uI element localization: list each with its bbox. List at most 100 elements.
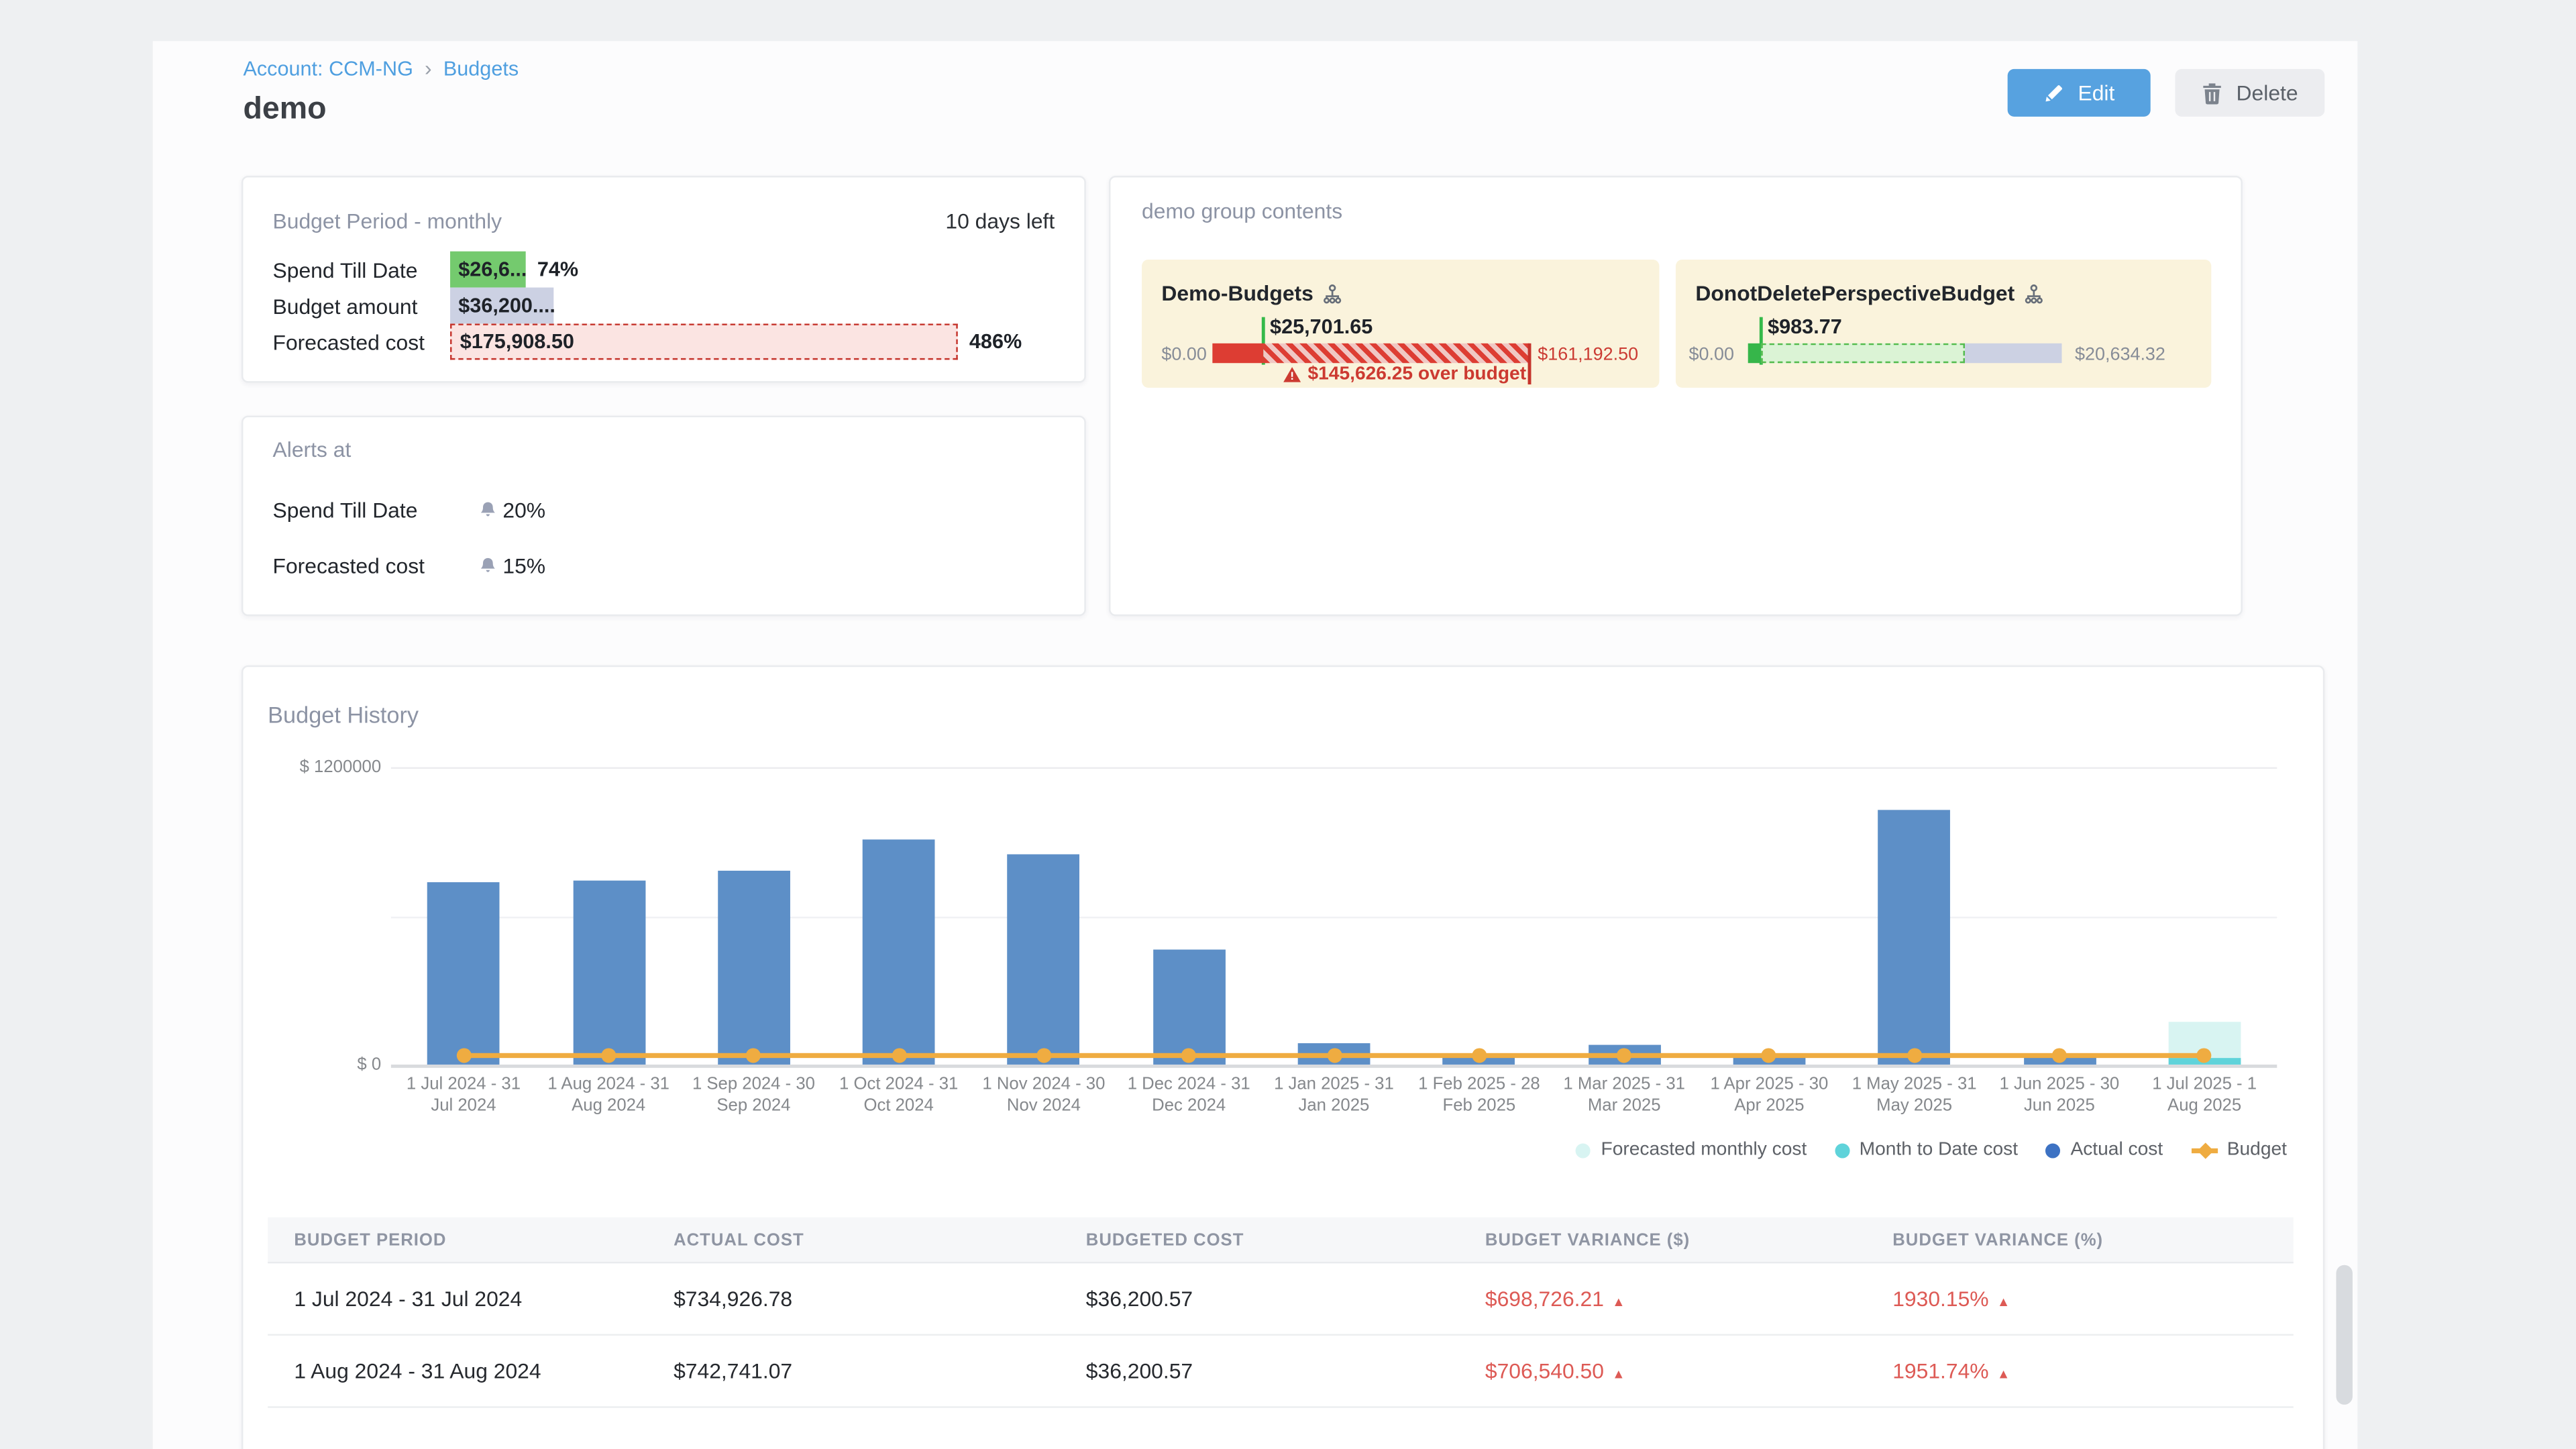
alert-spend-label: Spend Till Date: [273, 497, 480, 522]
x-axis-label: 1 Jun 2025 - 30Jun 2025: [1987, 1075, 2132, 1118]
cell-budget-period: 1 Jul 2024 - 31 Jul 2024: [268, 1287, 674, 1311]
cell-actual-cost: $734,926.78: [674, 1287, 1086, 1311]
budget-period-card: Budget Period - monthly 10 days left Spe…: [241, 176, 1086, 383]
breadcrumb-budgets-link[interactable]: Budgets: [443, 56, 519, 79]
x-axis-label: 1 Apr 2025 - 30Apr 2025: [1697, 1075, 1841, 1118]
legend-marker: [1835, 1142, 1849, 1157]
legend-item[interactable]: Actual cost: [2046, 1140, 2163, 1160]
y-axis-label-zero: $ 0: [266, 1055, 381, 1074]
spend-till-date-label: Spend Till Date: [273, 257, 450, 282]
up-arrow-icon: ▲: [1612, 1367, 1625, 1382]
bar-max-label: $20,634.32: [2075, 345, 2165, 364]
cell-variance-usd: $698,726.21▲: [1485, 1287, 1892, 1311]
budget-progress-bar: [1748, 343, 2067, 363]
cell-budgeted-cost: $36,200.57: [1086, 1358, 1485, 1383]
actual-cost-bar[interactable]: [863, 839, 935, 1065]
budget-end-tick: [1528, 343, 1531, 384]
table-row[interactable]: 1 Aug 2024 - 31 Aug 2024$742,741.07$36,2…: [268, 1336, 2294, 1408]
hierarchy-icon: [1324, 283, 1343, 303]
budget-history-table: BUDGET PERIODACTUAL COSTBUDGETED COSTBUD…: [268, 1218, 2294, 1408]
budget-point: [456, 1048, 471, 1063]
table-header-cell: BUDGET PERIOD: [268, 1230, 674, 1249]
alerts-title: Alerts at: [273, 437, 352, 462]
bell-icon: [480, 500, 496, 519]
spend-till-date-pct: 74%: [537, 258, 578, 280]
budget-point: [892, 1048, 906, 1063]
breadcrumb: Account: CCM-NG › Budgets: [243, 56, 519, 80]
actual-cost-bar[interactable]: [427, 882, 500, 1065]
actual-cost-bar[interactable]: [1008, 854, 1080, 1065]
x-axis-label: 1 Nov 2024 - 30Nov 2024: [971, 1075, 1116, 1118]
trash-icon: [2202, 81, 2223, 104]
table-header-row: BUDGET PERIODACTUAL COSTBUDGETED COSTBUD…: [268, 1218, 2294, 1264]
cell-budgeted-cost: $36,200.57: [1086, 1287, 1485, 1311]
over-budget-alert: $145,626.25 over budget: [1212, 365, 1526, 384]
x-axis-label: 1 Oct 2024 - 31Oct 2024: [826, 1075, 971, 1118]
budget-amount-bar: $36,200....: [450, 288, 553, 324]
actual-cost-bar[interactable]: [1878, 810, 1951, 1065]
bar-max-label: $161,192.50: [1538, 345, 1638, 364]
y-axis-label-max: $ 1200000: [266, 757, 381, 777]
bar-min-label: $0.00: [1689, 345, 1734, 364]
up-arrow-icon: ▲: [1612, 1295, 1625, 1309]
budget-progress-bar: [1212, 343, 1529, 363]
alerts-card: Alerts at Spend Till Date 20% Forecasted…: [241, 416, 1086, 616]
cell-variance-usd: $706,540.50▲: [1485, 1358, 1892, 1383]
legend-marker: [1576, 1142, 1591, 1157]
actual-cost-bar[interactable]: [718, 871, 790, 1065]
warning-icon: [1283, 366, 1301, 382]
forecasted-cost-label: Forecasted cost: [273, 329, 450, 354]
cell-variance-pct: 1930.15%▲: [1892, 1287, 2267, 1311]
legend-item[interactable]: Forecasted monthly cost: [1576, 1140, 1807, 1160]
up-arrow-icon: ▲: [1997, 1295, 2010, 1309]
budget-spend-value: $983.77: [1768, 315, 1842, 338]
x-axis-label: 1 May 2025 - 31May 2025: [1842, 1075, 1987, 1118]
actual-cost-bar[interactable]: [572, 881, 645, 1065]
group-contents-title: demo group contents: [1142, 199, 1342, 223]
table-header-cell: BUDGET VARIANCE ($): [1485, 1230, 1892, 1249]
x-axis-label: 1 Aug 2024 - 31Aug 2024: [536, 1075, 681, 1118]
alert-forecast-label: Forecasted cost: [273, 553, 480, 578]
group-contents-card: demo group contents Demo-Budgets $25,701…: [1109, 176, 2243, 616]
bell-icon: [480, 556, 496, 574]
pencil-icon: [2043, 82, 2065, 103]
x-axis-label: 1 Jan 2025 - 31Jan 2025: [1261, 1075, 1406, 1118]
x-axis-label: 1 Feb 2025 - 28Feb 2025: [1407, 1075, 1552, 1118]
budget-point: [1472, 1048, 1487, 1063]
alert-spend-value: 20%: [502, 497, 545, 522]
edit-button-label: Edit: [2078, 80, 2114, 105]
budget-card-donotdelete[interactable]: DonotDeletePerspectiveBudget $983.77 $0.…: [1676, 260, 2211, 388]
breadcrumb-separator: ›: [425, 56, 432, 80]
budget-point: [1036, 1048, 1051, 1063]
legend-marker: [2191, 1148, 2217, 1152]
hierarchy-icon: [2025, 283, 2044, 303]
bar-min-label: $0.00: [1161, 345, 1206, 364]
budget-spend-value: $25,701.65: [1270, 315, 1373, 338]
delete-button[interactable]: Delete: [2175, 69, 2324, 117]
table-header-cell: BUDGET VARIANCE (%): [1892, 1230, 2267, 1249]
x-axis-label: 1 Dec 2024 - 31Dec 2024: [1116, 1075, 1261, 1118]
table-header-cell: BUDGETED COST: [1086, 1230, 1485, 1249]
table-row[interactable]: 1 Jul 2024 - 31 Jul 2024$734,926.78$36,2…: [268, 1263, 2294, 1336]
budget-card-demo-budgets[interactable]: Demo-Budgets $25,701.65 $0.00 $161,192.5…: [1142, 260, 1659, 388]
table-header-cell: ACTUAL COST: [674, 1230, 1086, 1249]
x-axis-label: 1 Jul 2024 - 31Jul 2024: [391, 1075, 536, 1118]
forecasted-cost-pct: 486%: [969, 330, 1022, 353]
budget-point: [601, 1048, 616, 1063]
edit-button[interactable]: Edit: [2008, 69, 2151, 117]
days-left: 10 days left: [945, 209, 1055, 233]
budget-point: [2052, 1048, 2067, 1063]
actual-cost-bar[interactable]: [1152, 950, 1225, 1065]
budget-amount-label: Budget amount: [273, 293, 450, 318]
budget-period-title: Budget Period - monthly: [273, 209, 502, 233]
page: Account: CCM-NG › Budgets demo Edit Dele…: [0, 0, 2576, 1449]
breadcrumb-account-link[interactable]: Account: CCM-NG: [243, 56, 413, 79]
spend-till-date-bar: $26,6...: [450, 252, 526, 288]
x-axis-label: 1 Jul 2025 - 1Aug 2025: [2132, 1075, 2277, 1118]
budget-point: [1907, 1048, 1922, 1063]
scrollbar-thumb[interactable]: [2336, 1265, 2352, 1405]
legend-item[interactable]: Month to Date cost: [1835, 1140, 2018, 1160]
cell-actual-cost: $742,741.07: [674, 1358, 1086, 1383]
legend-item[interactable]: Budget: [2191, 1140, 2287, 1160]
chart-legend: Forecasted monthly cost Month to Date cos…: [1576, 1140, 2287, 1160]
